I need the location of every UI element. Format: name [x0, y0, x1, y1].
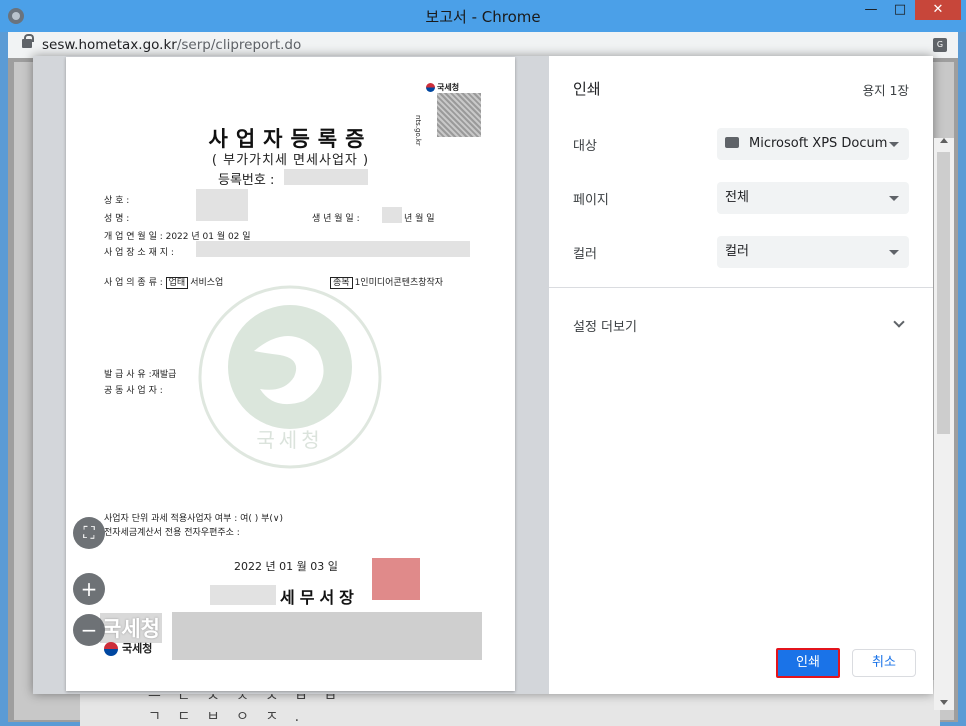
- pages-select[interactable]: 전체: [717, 182, 909, 214]
- field-name: 성 명 :: [104, 214, 130, 224]
- url-path: /serp/clipreport.do: [176, 37, 302, 53]
- translate-icon[interactable]: G: [933, 38, 947, 52]
- color-select[interactable]: 컬러: [717, 236, 909, 268]
- zoom-in-button[interactable]: +: [73, 573, 105, 605]
- minimize-button[interactable]: —: [858, 0, 884, 20]
- print-preview-area: 국세청 nts.go.kr 사업자등록증 ( 부가가치세 면세사업자 ) 등록번…: [33, 56, 549, 694]
- field-birth-suffix: 년 월 일: [404, 214, 435, 224]
- scroll-thumb[interactable]: [937, 152, 950, 434]
- settings-divider: [549, 287, 933, 288]
- destination-select[interactable]: Microsoft XPS Docum: [717, 128, 909, 160]
- chevron-down-icon: [889, 196, 899, 201]
- print-settings-panel: 인쇄 용지 1장 대상 Microsoft XPS Docum 페이지 전체 컬…: [549, 56, 933, 694]
- nts-logo-text: 국세청: [122, 642, 153, 655]
- scroll-up-arrow-icon[interactable]: [940, 138, 948, 143]
- field-email: 전자세금계산서 전용 전자우편주소 :: [104, 528, 240, 538]
- redacted-office-name: [210, 585, 276, 605]
- issue-date: 2022 년 01 월 03 일: [234, 560, 338, 573]
- tax-office-title: 세무서장: [280, 588, 359, 607]
- nts-emblem-icon: [426, 83, 435, 92]
- nts-logo-large: 국세청: [100, 613, 162, 643]
- official-stamp: [372, 558, 420, 600]
- taegeuk-icon: [104, 642, 118, 656]
- field-address: 사 업 장 소 재 지 :: [104, 248, 174, 258]
- field-co-owner: 공 동 사 업 자 :: [104, 386, 163, 396]
- svg-text:국세청: 국세청: [256, 428, 323, 452]
- url-text[interactable]: sesw.hometax.go.kr/serp/clipreport.do: [42, 37, 301, 53]
- close-window-button[interactable]: ✕: [915, 0, 961, 20]
- preview-sheet: 국세청 nts.go.kr 사업자등록증 ( 부가가치세 면세사업자 ) 등록번…: [66, 57, 515, 691]
- nts-seal-watermark: 국세청: [198, 285, 382, 469]
- field-birth: 생 년 월 일 :: [312, 214, 360, 224]
- qr-logo-text: 국세청: [437, 83, 460, 92]
- zoom-out-button[interactable]: −: [73, 614, 105, 646]
- more-settings-toggle[interactable]: 설정 더보기: [573, 316, 637, 335]
- pages-label: 페이지: [573, 193, 609, 208]
- expand-chevron-icon[interactable]: [893, 316, 905, 328]
- address-bar[interactable]: sesw.hometax.go.kr/serp/clipreport.do G: [8, 32, 958, 58]
- pages-value: 전체: [725, 190, 749, 205]
- lock-icon: [22, 34, 34, 48]
- destination-label: 대상: [573, 139, 597, 154]
- issue-reason-value: 재발급: [151, 370, 177, 380]
- print-button[interactable]: 인쇄: [776, 648, 840, 678]
- redacted-address: [196, 241, 470, 257]
- chevron-down-icon: [889, 250, 899, 255]
- page-scrollbar[interactable]: [934, 138, 954, 710]
- type-box: 업태: [165, 277, 189, 289]
- cancel-button[interactable]: 취소: [852, 649, 916, 677]
- color-label: 컬러: [573, 247, 597, 262]
- title-bar: 보고서 - Chrome — □ ✕: [0, 0, 966, 32]
- url-host: sesw.hometax.go.kr: [42, 37, 177, 53]
- redacted-birth: [382, 207, 402, 223]
- scroll-down-arrow-icon[interactable]: [940, 700, 948, 705]
- printer-icon: [725, 137, 739, 148]
- redacted-reg-no: [284, 169, 368, 185]
- field-issue-reason: 발 급 사 유 :재발급: [104, 367, 176, 380]
- issue-reason-label: 발 급 사 유 :: [104, 370, 152, 380]
- chevron-down-icon: [889, 142, 899, 147]
- redacted-footer-block: [172, 612, 482, 660]
- maximize-button[interactable]: □: [887, 0, 913, 20]
- destination-value: Microsoft XPS Docum: [749, 136, 888, 151]
- fit-to-page-button[interactable]: ⛶: [73, 517, 105, 549]
- sheet-count: 용지 1장: [862, 83, 909, 98]
- color-value: 컬러: [725, 244, 749, 259]
- redacted-trade-name: [196, 189, 248, 221]
- document-subtitle: ( 부가가치세 면세사업자 ): [211, 153, 370, 168]
- print-dialog: 국세청 nts.go.kr 사업자등록증 ( 부가가치세 면세사업자 ) 등록번…: [33, 56, 933, 694]
- field-unit-tax: 사업자 단위 과세 적용사업자 여부 : 여( ) 부(∨): [104, 514, 284, 524]
- window-title: 보고서 - Chrome: [425, 8, 541, 26]
- print-title: 인쇄: [573, 80, 601, 98]
- background-document-text-2: ㄱ ㄷ ㅂ ㅇ ㅈ .: [148, 709, 306, 725]
- qr-logo: 국세청: [426, 82, 459, 93]
- registration-number-label: 등록번호 :: [218, 173, 275, 188]
- business-type-label: 사 업 의 종 류 :: [104, 278, 163, 288]
- nts-logo: 국세청: [104, 640, 152, 656]
- field-trade-name: 상 호 :: [104, 196, 130, 206]
